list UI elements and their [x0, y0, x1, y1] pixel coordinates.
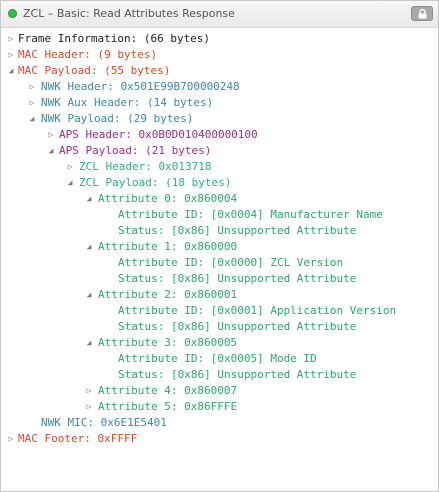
- tree-node-label: Status: [0x86] Unsupported Attribute: [118, 368, 357, 381]
- tree-node-label: Frame Information: (66 bytes): [18, 32, 211, 45]
- tree-node-zcl-payload[interactable]: ◢ ZCL Payload: (18 bytes): [1, 175, 438, 191]
- expand-arrow-icon[interactable]: ▷: [27, 95, 37, 111]
- tree-node-label: Status: [0x86] Unsupported Attribute: [118, 224, 357, 237]
- tree-node-label: Attribute ID: [0x0004] Manufacturer Name: [118, 208, 383, 221]
- tree-node-label: NWK Aux Header: (14 bytes): [41, 96, 214, 109]
- tree-node-aps-header[interactable]: ▷ APS Header: 0x0B0D010400000100: [1, 127, 438, 143]
- tree-node-label: ZCL Header: 0x013718: [79, 160, 212, 173]
- tree-node-label: Status: [0x86] Unsupported Attribute: [118, 320, 357, 333]
- tree-leaf-status[interactable]: Status: [0x86] Unsupported Attribute: [1, 223, 438, 239]
- tree-node-aps-payload[interactable]: ◢ APS Payload: (21 bytes): [1, 143, 438, 159]
- tree-node-label: NWK MIC: 0x6E1E5401: [41, 416, 167, 429]
- tree-node-label: ZCL Payload: (18 bytes): [79, 176, 232, 189]
- packet-details-window: ZCL – Basic: Read Attributes Response ▷ …: [0, 0, 439, 492]
- lock-button[interactable]: [411, 6, 433, 21]
- tree-leaf-attribute-id[interactable]: Attribute ID: [0x0000] ZCL Version: [1, 255, 438, 271]
- tree-node-label: NWK Payload: (29 bytes): [41, 112, 194, 125]
- tree-leaf-status[interactable]: Status: [0x86] Unsupported Attribute: [1, 319, 438, 335]
- tree-node-label: MAC Footer: 0xFFFF: [18, 432, 138, 445]
- tree-node-attribute-3[interactable]: ◢ Attribute 3: 0x860005: [1, 335, 438, 351]
- expand-arrow-icon[interactable]: ▷: [84, 383, 94, 399]
- tree-node-label: Attribute 2: 0x860001: [98, 288, 238, 301]
- status-indicator: [8, 9, 17, 18]
- tree-node-attribute-1[interactable]: ◢ Attribute 1: 0x860000: [1, 239, 438, 255]
- expand-arrow-icon[interactable]: ▷: [65, 159, 75, 175]
- tree-node-nwk-header[interactable]: ▷ NWK Header: 0x501E99B700000248: [1, 79, 438, 95]
- tree-node-label: Attribute 1: 0x860000: [98, 240, 238, 253]
- collapse-arrow-icon[interactable]: ◢: [6, 63, 16, 79]
- tree-node-attribute-4[interactable]: ▷ Attribute 4: 0x860007: [1, 383, 438, 399]
- tree-node-label: Attribute ID: [0x0000] ZCL Version: [118, 256, 344, 269]
- expand-arrow-icon[interactable]: ▷: [27, 79, 37, 95]
- tree-node-mac-header[interactable]: ▷ MAC Header: (9 bytes): [1, 47, 438, 63]
- packet-tree: ▷ Frame Information: (66 bytes) ▷ MAC He…: [1, 31, 438, 447]
- collapse-arrow-icon[interactable]: ◢: [84, 239, 94, 255]
- collapse-arrow-icon[interactable]: ◢: [27, 111, 37, 127]
- tree-leaf-attribute-id[interactable]: Attribute ID: [0x0004] Manufacturer Name: [1, 207, 438, 223]
- tree-leaf-status[interactable]: Status: [0x86] Unsupported Attribute: [1, 271, 438, 287]
- expand-arrow-icon[interactable]: ▷: [6, 47, 16, 63]
- tree-node-label: MAC Payload: (55 bytes): [18, 64, 171, 77]
- tree-node-nwk-aux-header[interactable]: ▷ NWK Aux Header: (14 bytes): [1, 95, 438, 111]
- tree-node-label: Attribute 3: 0x860005: [98, 336, 238, 349]
- tree-leaf-attribute-id[interactable]: Attribute ID: [0x0005] Mode ID: [1, 351, 438, 367]
- tree-node-attribute-5[interactable]: ▷ Attribute 5: 0x86FFFE: [1, 399, 438, 415]
- tree-node-frame-information[interactable]: ▷ Frame Information: (66 bytes): [1, 31, 438, 47]
- tree-node-label: Attribute ID: [0x0001] Application Versi…: [118, 304, 397, 317]
- tree-node-label: APS Header: 0x0B0D010400000100: [59, 128, 258, 141]
- tree-node-label: APS Payload: (21 bytes): [59, 144, 212, 157]
- title-bar: ZCL – Basic: Read Attributes Response: [1, 1, 438, 28]
- tree-node-attribute-2[interactable]: ◢ Attribute 2: 0x860001: [1, 287, 438, 303]
- tree-node-label: Attribute 4: 0x860007: [98, 384, 238, 397]
- tree-node-mac-payload[interactable]: ◢ MAC Payload: (55 bytes): [1, 63, 438, 79]
- tree-leaf-attribute-id[interactable]: Attribute ID: [0x0001] Application Versi…: [1, 303, 438, 319]
- window-title: ZCL – Basic: Read Attributes Response: [23, 7, 235, 20]
- expand-arrow-icon[interactable]: ▷: [6, 31, 16, 47]
- lock-icon: [418, 9, 427, 19]
- tree-node-nwk-mic[interactable]: NWK MIC: 0x6E1E5401: [1, 415, 438, 431]
- tree-node-label: Status: [0x86] Unsupported Attribute: [118, 272, 357, 285]
- collapse-arrow-icon[interactable]: ◢: [84, 287, 94, 303]
- collapse-arrow-icon[interactable]: ◢: [84, 335, 94, 351]
- tree-node-attribute-0[interactable]: ◢ Attribute 0: 0x860004: [1, 191, 438, 207]
- expand-arrow-icon[interactable]: ▷: [84, 399, 94, 415]
- tree-node-label: Attribute 0: 0x860004: [98, 192, 238, 205]
- tree-node-label: MAC Header: (9 bytes): [18, 48, 158, 61]
- collapse-arrow-icon[interactable]: ◢: [46, 143, 56, 159]
- tree-node-mac-footer[interactable]: ▷ MAC Footer: 0xFFFF: [1, 431, 438, 447]
- tree-node-label: Attribute 5: 0x86FFFE: [98, 400, 238, 413]
- tree-node-label: NWK Header: 0x501E99B700000248: [41, 80, 240, 93]
- tree-node-nwk-payload[interactable]: ◢ NWK Payload: (29 bytes): [1, 111, 438, 127]
- collapse-arrow-icon[interactable]: ◢: [65, 175, 75, 191]
- collapse-arrow-icon[interactable]: ◢: [84, 191, 94, 207]
- expand-arrow-icon[interactable]: ▷: [6, 431, 16, 447]
- tree-node-label: Attribute ID: [0x0005] Mode ID: [118, 352, 317, 365]
- expand-arrow-icon[interactable]: ▷: [46, 127, 56, 143]
- tree-leaf-status[interactable]: Status: [0x86] Unsupported Attribute: [1, 367, 438, 383]
- tree-node-zcl-header[interactable]: ▷ ZCL Header: 0x013718: [1, 159, 438, 175]
